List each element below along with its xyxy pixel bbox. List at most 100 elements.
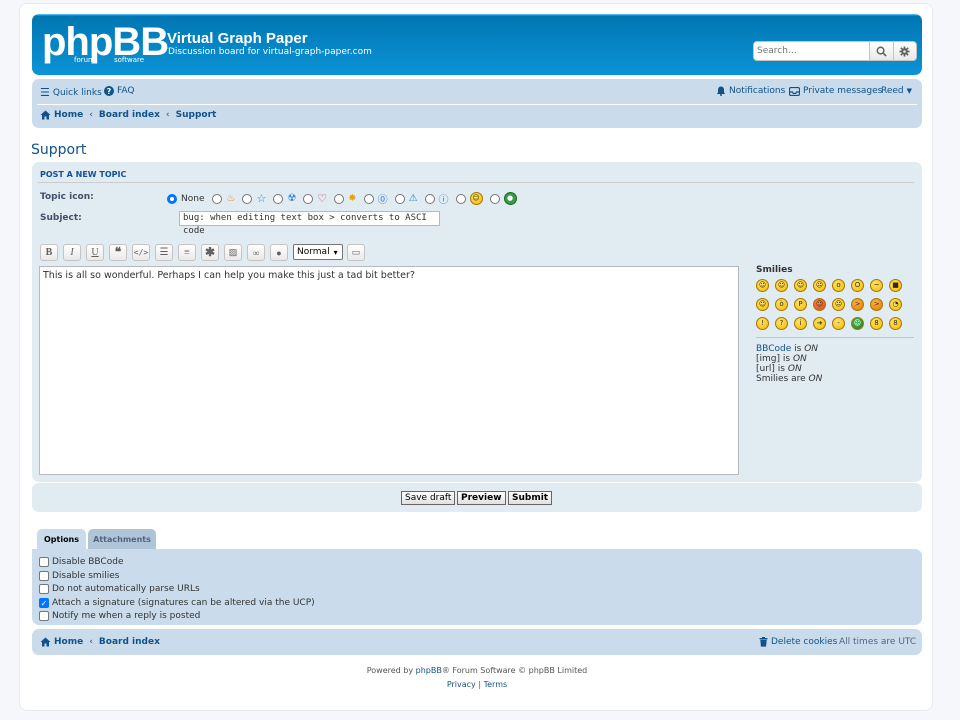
advanced-search-button[interactable] (892, 42, 916, 60)
privacy-link[interactable]: Privacy (447, 680, 476, 689)
code-button[interactable]: </> (132, 244, 150, 261)
topic-icon-radio-fire[interactable] (212, 193, 223, 204)
smiley-smile[interactable]: ☺ (775, 279, 788, 292)
phpbb-link[interactable]: phpBB (416, 666, 442, 675)
breadcrumb-home[interactable]: Home (54, 110, 83, 120)
smiley-evil[interactable]: > (851, 298, 864, 311)
topic-icon-radio-none[interactable] (167, 193, 177, 204)
smiley-idea[interactable]: i (794, 317, 807, 330)
tab-attachments[interactable]: Attachments (88, 529, 156, 549)
color-button[interactable]: ● (270, 244, 288, 261)
option-attach-signature[interactable]: ✓ Attach a signature (signatures can be … (39, 598, 315, 608)
heart-icon: ♡ (317, 192, 328, 205)
font-size-select[interactable]: Normal ▾ (293, 244, 343, 260)
option-label: Notify me when a reply is posted (52, 611, 201, 621)
topic-icon-radio-smile[interactable] (455, 193, 466, 204)
smiley-geek[interactable]: 8 (870, 317, 883, 330)
bold-button[interactable]: B (40, 244, 58, 261)
topic-icon-radio-info[interactable] (424, 193, 435, 204)
search-button[interactable] (869, 42, 893, 60)
url-status: [url] is ON (756, 364, 916, 374)
topic-icon-radio-radioactive[interactable] (273, 193, 284, 204)
bbcode-is: is (794, 344, 802, 354)
checkbox[interactable] (39, 584, 49, 594)
checkbox[interactable] (39, 611, 49, 621)
save-draft-button[interactable]: Save draft (401, 491, 456, 505)
smiley-sad[interactable]: ☹ (813, 279, 826, 292)
breadcrumb-support[interactable]: Support (176, 110, 217, 120)
link-button[interactable]: ∞ (247, 244, 265, 261)
user-menu[interactable]: Reed ▼ (881, 86, 912, 96)
topic-icon-radio-heart[interactable] (303, 193, 314, 204)
topic-icon-radio-lightbulb[interactable] (334, 193, 345, 204)
tab-options[interactable]: Options (37, 529, 86, 549)
search-input[interactable] (754, 42, 869, 60)
topic-icon-radio-star[interactable] (242, 193, 253, 204)
smiley-arrow[interactable]: ➔ (813, 317, 826, 330)
list-button[interactable]: ☰ (155, 244, 173, 261)
option-notify-reply[interactable]: Notify me when a reply is posted (39, 611, 200, 621)
list-item-button[interactable]: ✱ (201, 244, 219, 261)
smiley-cool[interactable]: ■ (889, 279, 902, 292)
numbered-list-button[interactable]: ≡ (178, 244, 196, 261)
powered-by: Powered by phpBB® Forum Software © phpBB… (20, 666, 934, 675)
smiley-ugeek[interactable]: 8 (889, 317, 902, 330)
smiley-neutral[interactable]: - (832, 317, 845, 330)
private-messages-link[interactable]: Private messages (789, 86, 882, 96)
topic-icon-radio-question[interactable] (363, 193, 374, 204)
quote-button[interactable]: ❝ (109, 244, 127, 261)
smiley-confused[interactable]: ~ (870, 279, 883, 292)
message-editor[interactable]: This is all so wonderful. Perhaps I can … (39, 266, 739, 475)
option-disable-bbcode[interactable]: Disable BBCode (39, 557, 123, 567)
faq-link[interactable]: ? FAQ (104, 86, 134, 96)
smilies-panel: Smilies ☺ ☺ ☺ ☹ o O ~ ■ ☺ ò P ☺ ☹ > > ◔ … (756, 265, 916, 384)
smiley-twisted[interactable]: > (870, 298, 883, 311)
smiley-mrgreen[interactable]: ☺ (851, 317, 864, 330)
hamburger-icon: ☰ (40, 86, 50, 99)
delete-cookies-link[interactable]: Delete cookies (759, 637, 837, 647)
trash-icon (759, 637, 768, 647)
checkbox[interactable] (39, 571, 49, 581)
submit-button[interactable]: Submit (508, 491, 553, 505)
checkbox-checked[interactable]: ✓ (39, 598, 49, 608)
smiley-redface[interactable]: ☺ (813, 298, 826, 311)
numbered-list-icon: ≡ (184, 247, 190, 258)
smiley-biggrin[interactable]: ☺ (756, 279, 769, 292)
site-logo[interactable]: phpBB forum software (42, 22, 169, 68)
footer-breadcrumb: Home ‹ Board index (40, 637, 160, 647)
smiley-roll[interactable]: ◔ (889, 298, 902, 311)
breadcrumb-board-index[interactable]: Board index (99, 110, 160, 120)
smiley-wink[interactable]: ☺ (794, 279, 807, 292)
underline-button[interactable]: U (86, 244, 104, 261)
subject-input[interactable]: bug: when editing text box > converts to… (179, 211, 440, 236)
checkbox[interactable] (39, 557, 49, 567)
smiley-exclaim[interactable]: ! (756, 317, 769, 330)
smiley-lol[interactable]: ☺ (756, 298, 769, 311)
smiley-cry[interactable]: ☹ (832, 298, 845, 311)
option-disable-smilies[interactable]: Disable smilies (39, 571, 119, 581)
footer-board-index-link[interactable]: Board index (99, 637, 160, 647)
smiley-question[interactable]: ? (775, 317, 788, 330)
site-name: Virtual Graph Paper (167, 30, 308, 47)
image-button[interactable]: ▨ (224, 244, 242, 261)
smiley-surprised[interactable]: o (832, 279, 845, 292)
notifications-link[interactable]: Notifications (716, 86, 785, 96)
page-title[interactable]: Support (31, 142, 86, 158)
topic-icon-radio-alien[interactable] (489, 193, 500, 204)
bbcode-status: BBCode is ON (756, 344, 916, 354)
option-label: Attach a signature (signatures can be al… (52, 598, 315, 608)
smiley-mad[interactable]: ò (775, 298, 788, 311)
quick-links-menu[interactable]: ☰ Quick links (40, 86, 102, 99)
footer-links: Privacy | Terms (20, 680, 934, 689)
footer-home-link[interactable]: Home (54, 637, 83, 647)
url-state: ON (787, 364, 802, 374)
preview-button[interactable]: Preview (457, 491, 506, 505)
preview-toggle-button[interactable]: ▭ (347, 244, 365, 261)
terms-link[interactable]: Terms (484, 680, 508, 689)
italic-button[interactable]: I (63, 244, 81, 261)
bbcode-link[interactable]: BBCode (756, 344, 791, 354)
option-disable-urls[interactable]: Do not automatically parse URLs (39, 584, 200, 594)
smiley-shocked[interactable]: O (851, 279, 864, 292)
smiley-razz[interactable]: P (794, 298, 807, 311)
topic-icon-radio-warning[interactable] (394, 193, 405, 204)
